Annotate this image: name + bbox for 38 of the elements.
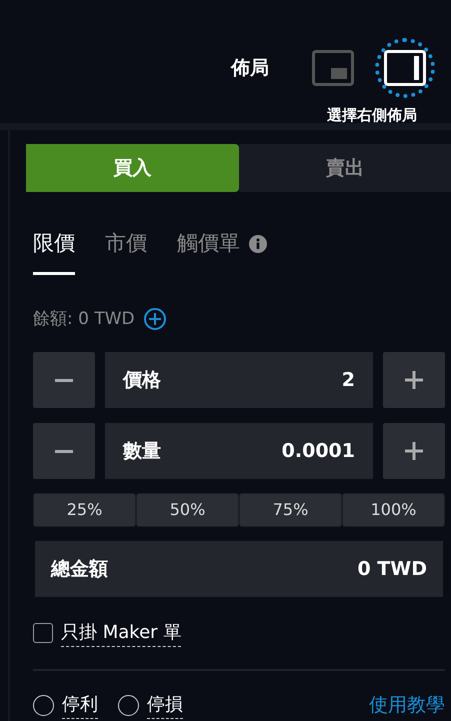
- percent-button[interactable]: 25%: [33, 493, 136, 527]
- minus-icon: [55, 378, 73, 382]
- percent-button[interactable]: 50%: [136, 493, 239, 527]
- input-field[interactable]: 數量 0.0001: [105, 423, 373, 479]
- radio-label: 停利: [62, 691, 98, 720]
- radio-label: 停損: [147, 691, 183, 720]
- field-label: 數量: [123, 438, 161, 464]
- corner-panel-icon: [331, 68, 347, 79]
- percent-button[interactable]: 75%: [239, 493, 342, 527]
- checkbox[interactable]: [33, 623, 53, 643]
- side-tab[interactable]: 賣出: [238, 144, 451, 192]
- layout-label: 佈局: [231, 56, 269, 81]
- layout-caption: 選擇右側佈局: [326, 105, 418, 126]
- plus-button[interactable]: [383, 352, 445, 408]
- plus-icon: [405, 442, 423, 460]
- order-type-tab[interactable]: 市價: [105, 228, 147, 274]
- total-label: 總金額: [51, 556, 108, 582]
- maker-only-label: 只掛 Maker 單: [61, 619, 182, 647]
- radio-button[interactable]: [118, 694, 139, 716]
- field-value: 2: [342, 368, 355, 393]
- minus-icon: [55, 450, 73, 452]
- plus-button[interactable]: [383, 423, 445, 479]
- right-layout-button[interactable]: [384, 50, 426, 86]
- percent-button[interactable]: 100%: [342, 493, 445, 527]
- overlay-layout-button[interactable]: [312, 50, 354, 86]
- add-icon: [142, 307, 167, 332]
- tutorial-link[interactable]: 使用教學: [369, 691, 445, 720]
- side-tab[interactable]: 買入: [26, 144, 238, 192]
- field-value: 0.0001: [282, 438, 355, 464]
- order-type-tab[interactable]: 觸價單: [177, 228, 240, 274]
- total-value: 0 TWD: [357, 556, 427, 582]
- side-panel-icon: [414, 56, 419, 80]
- balance-text: 餘額: 0 TWD: [33, 308, 135, 330]
- radio-button[interactable]: [33, 694, 54, 716]
- plus-icon: [405, 371, 423, 389]
- input-field[interactable]: 價格 2: [105, 352, 373, 408]
- field-label: 價格: [123, 368, 161, 393]
- order-type-tab[interactable]: 限價: [33, 228, 75, 274]
